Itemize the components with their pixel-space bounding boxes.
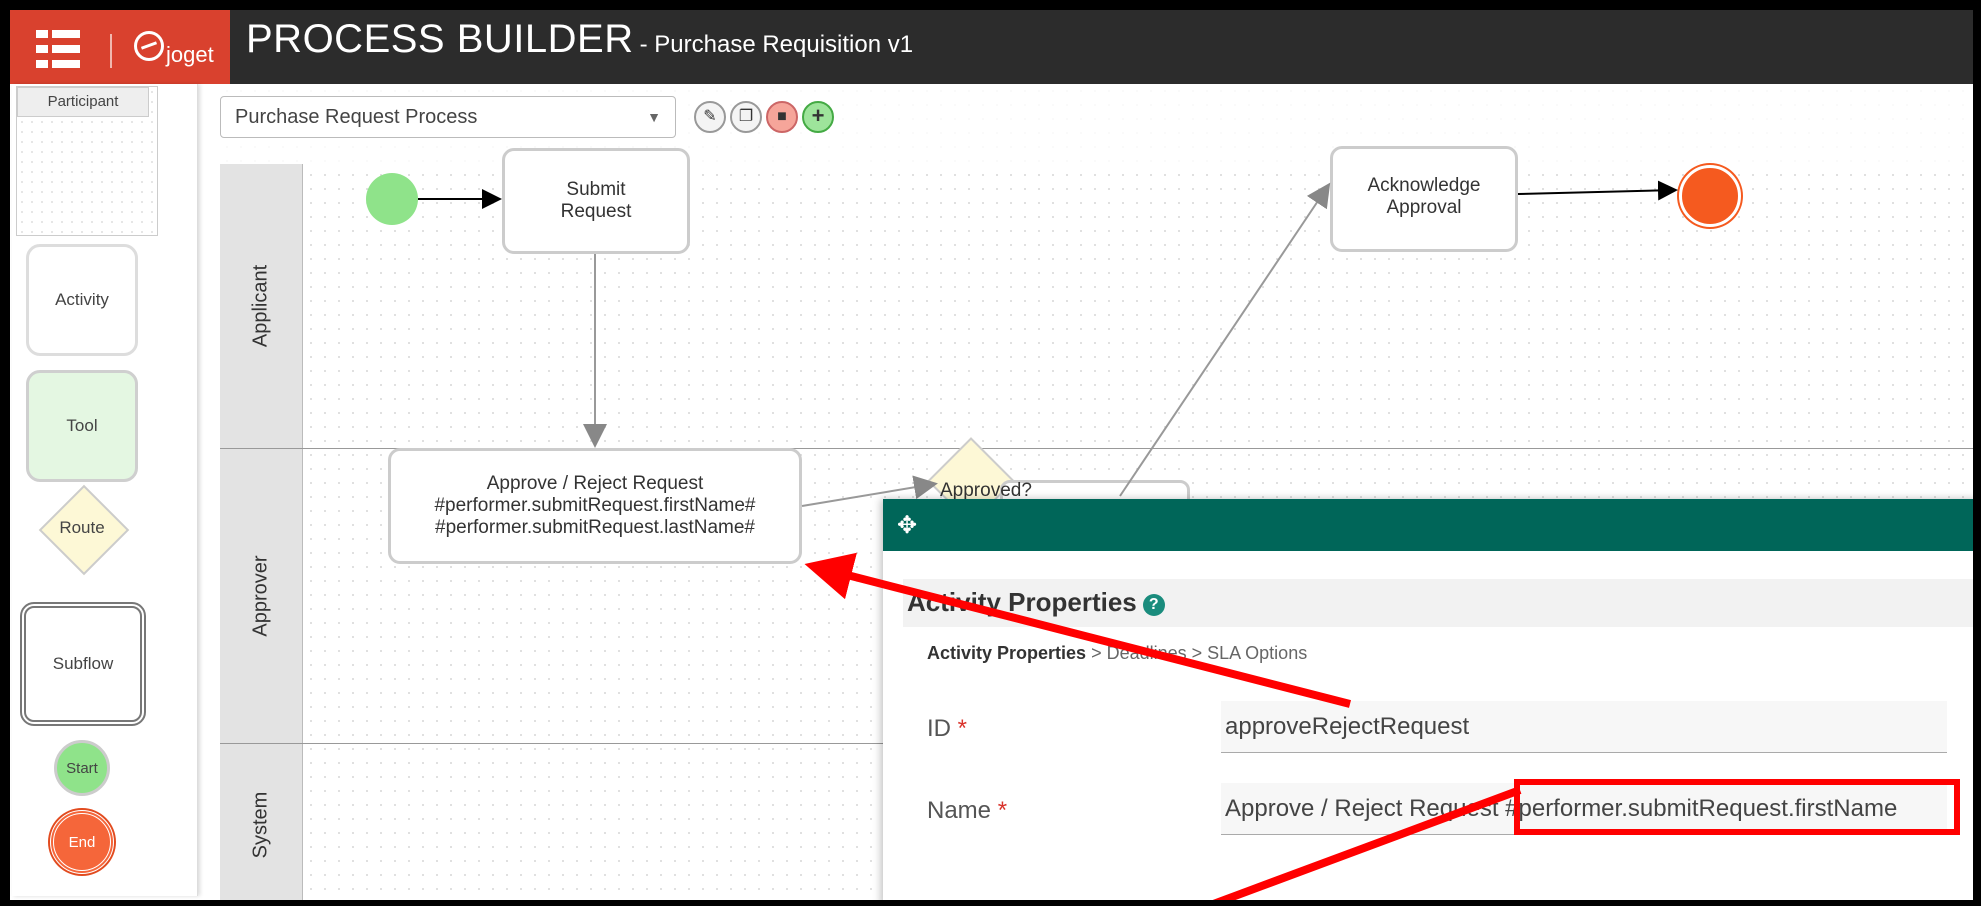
palette-activity[interactable]: Activity — [26, 244, 138, 356]
pencil-icon[interactable]: ✎ — [694, 101, 726, 133]
palette-end[interactable]: End — [50, 810, 114, 874]
process-select[interactable]: Purchase Request Process ▼ — [220, 96, 676, 138]
app-header: joget PROCESS BUILDER - Purchase Requisit… — [0, 0, 1981, 84]
lane-header[interactable]: System — [220, 744, 303, 906]
activity-approve-reject[interactable]: Approve / Reject Request #performer.subm… — [388, 448, 802, 564]
palette-start[interactable]: Start — [54, 740, 110, 796]
dialog-titlebar[interactable]: ✥ — [883, 499, 1981, 551]
participant-label: Participant — [17, 87, 149, 117]
help-icon[interactable]: ? — [1142, 594, 1165, 616]
dialog-title: Activity Properties? — [907, 587, 1165, 618]
end-event[interactable] — [1679, 165, 1741, 227]
trash-icon[interactable]: ■ — [766, 101, 798, 133]
activity-submit-request[interactable]: Submit Request — [502, 148, 690, 254]
lane-header[interactable]: Approver — [220, 449, 303, 743]
palette-subflow[interactable]: Subflow — [20, 602, 146, 726]
start-event[interactable] — [366, 173, 418, 225]
id-field[interactable]: approveRejectRequest — [1221, 701, 1947, 753]
name-field[interactable]: Approve / Reject Request #performer.subm… — [1221, 783, 1947, 835]
logo-divider — [110, 34, 112, 68]
chevron-down-icon: ▼ — [647, 109, 661, 125]
activity-properties-dialog: ✥ Activity Properties? Activity Properti… — [883, 499, 1981, 906]
plus-icon[interactable]: + — [802, 101, 834, 133]
lane-header[interactable]: Applicant — [220, 164, 303, 448]
palette-tool[interactable]: Tool — [26, 370, 138, 482]
breadcrumb: Activity Properties > Deadlines > SLA Op… — [927, 643, 1308, 663]
palette-participant[interactable]: Participant — [16, 86, 158, 236]
process-toolbar: Purchase Request Process ▼ ✎ ❐ ■ + — [220, 84, 1981, 164]
activity-acknowledge-approval[interactable]: Acknowledge Approval — [1330, 146, 1518, 252]
page-title: PROCESS BUILDER - Purchase Requisition v1 — [246, 17, 914, 61]
name-label: Name * — [927, 797, 1008, 824]
joget-logo: joget — [134, 28, 214, 68]
logo-area: joget — [10, 10, 230, 84]
id-label: ID * — [927, 715, 968, 742]
element-palette: Participant Activity Tool Route Subflow … — [12, 84, 198, 896]
page-subtitle: - Purchase Requisition v1 — [639, 31, 914, 58]
copy-icon[interactable]: ❐ — [730, 101, 762, 133]
menu-icon[interactable] — [36, 30, 80, 68]
move-icon[interactable]: ✥ — [897, 511, 917, 540]
palette-route[interactable]: Route — [38, 484, 130, 576]
